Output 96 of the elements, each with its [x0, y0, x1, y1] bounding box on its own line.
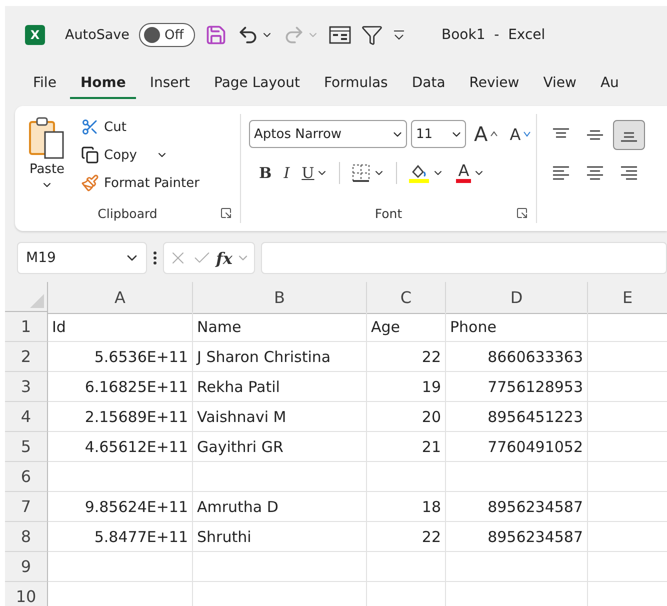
caret-icon — [522, 131, 531, 137]
table-cell: Rekha Patil — [193, 372, 367, 402]
ribbon-tab[interactable]: Page Layout — [204, 71, 310, 99]
borders-icon — [351, 163, 372, 183]
undo-button[interactable] — [237, 24, 274, 46]
formula-input[interactable] — [261, 242, 667, 274]
row-header[interactable]: 9 — [5, 552, 48, 582]
italic-button[interactable]: I — [280, 162, 294, 184]
row-header[interactable]: 2 — [5, 342, 48, 372]
ribbon-tab[interactable]: Au — [590, 71, 629, 99]
autosave-label: AutoSave — [65, 27, 130, 43]
table-cell: 8956451223 — [446, 402, 588, 432]
grow-font-button[interactable]: A — [470, 120, 502, 148]
row-header[interactable]: 1 — [5, 312, 48, 342]
table-cell: 19 — [367, 372, 446, 402]
table-cell: 22 — [367, 342, 446, 372]
paste-button[interactable]: Paste — [23, 114, 71, 203]
redo-icon — [283, 24, 306, 46]
customize-button[interactable] — [393, 29, 406, 41]
row-header[interactable]: 6 — [5, 462, 48, 492]
copy-button[interactable]: Copy — [79, 144, 202, 166]
table-cell: Phone — [446, 312, 588, 342]
table-cell: Amrutha D — [193, 492, 367, 522]
table-cell: Vaishnavi M — [193, 402, 367, 432]
table-cell: 7756128953 — [446, 372, 588, 402]
table-cell: Id — [48, 312, 193, 342]
table-cell: 21 — [367, 432, 446, 462]
ribbon-tab[interactable]: Data — [402, 71, 456, 99]
ribbon-tab[interactable]: Home — [70, 71, 136, 99]
font-name-dropdown[interactable]: Aptos Narrow — [249, 120, 407, 148]
table-cell: 8956234587 — [446, 492, 588, 522]
copy-icon — [81, 146, 99, 164]
ribbon-tab[interactable]: File — [23, 71, 66, 99]
table-cell: J Sharon Christina — [193, 342, 367, 372]
ribbon-tab[interactable]: Formulas — [314, 71, 398, 99]
paint-bucket-icon — [408, 162, 430, 184]
table-cell: 2.15689E+11 — [48, 402, 193, 432]
group-label: Clipboard — [98, 206, 158, 220]
table-cell: 5.8477E+11 — [48, 522, 193, 552]
table-cell: Age — [367, 312, 446, 342]
save-button[interactable] — [205, 24, 228, 46]
row-header[interactable]: 4 — [5, 402, 48, 432]
column-header[interactable]: A — [48, 282, 193, 314]
font-size-dropdown[interactable]: 11 — [411, 120, 466, 148]
table-cell: 6.16825E+11 — [48, 372, 193, 402]
table-cell: 22 — [367, 522, 446, 552]
group-label: Font — [374, 206, 402, 220]
table-cell: 7760491052 — [446, 432, 588, 462]
filter-button[interactable] — [361, 24, 384, 46]
underline-button[interactable]: U — [298, 162, 332, 184]
paintbrush-icon — [81, 174, 99, 192]
bold-button[interactable]: B — [255, 162, 276, 184]
row-header[interactable]: 5 — [5, 432, 48, 462]
row-header[interactable]: 3 — [5, 372, 48, 402]
excel-logo: X — [25, 25, 45, 45]
save-icon — [205, 24, 228, 46]
cut-button[interactable]: Cut — [79, 116, 202, 138]
more-icon — [153, 250, 157, 266]
form-icon — [329, 25, 352, 45]
row-header[interactable]: 7 — [5, 492, 48, 522]
autosave-toggle[interactable]: Off — [139, 23, 196, 47]
row-header[interactable]: 10 — [5, 582, 48, 606]
scissors-icon — [81, 118, 99, 136]
name-box[interactable]: M19 — [17, 242, 147, 274]
window-title: Book1 - Excel — [441, 27, 546, 43]
table-cell: Name — [193, 312, 367, 342]
dialog-launcher-icon[interactable] — [516, 207, 528, 219]
row-header[interactable]: 8 — [5, 522, 48, 552]
format-painter-button[interactable]: Format Painter — [79, 172, 202, 194]
triangle-icon — [30, 294, 44, 308]
insert-function-button[interactable]: fx — [216, 248, 232, 268]
customize-icon — [393, 29, 406, 41]
table-cell: 5.6536E+11 — [48, 342, 193, 372]
dialog-launcher-icon[interactable] — [220, 207, 232, 219]
ribbon-tab[interactable]: View — [533, 71, 586, 99]
column-header[interactable]: E — [588, 282, 667, 314]
table-cell: 8956234587 — [446, 522, 588, 552]
align-button[interactable] — [613, 120, 645, 150]
table-cell: 4.65612E+11 — [48, 432, 193, 462]
column-header[interactable]: D — [446, 282, 588, 314]
column-header[interactable]: C — [367, 282, 446, 314]
table-cell: 20 — [367, 402, 446, 432]
table-cell: Shruthi — [193, 522, 367, 552]
table-cell: 18 — [367, 492, 446, 522]
table-cell: 9.85624E+11 — [48, 492, 193, 522]
table-cell: Gayithri GR — [193, 432, 367, 462]
filter-icon — [361, 24, 384, 46]
caret-up-icon — [490, 131, 498, 137]
table-cell: 8660633363 — [446, 342, 588, 372]
font-color-button[interactable]: A — [452, 161, 490, 185]
ribbon-tab[interactable]: Insert — [140, 71, 200, 99]
column-header[interactable]: B — [193, 282, 367, 314]
form-button[interactable] — [329, 25, 352, 45]
paste-icon — [27, 116, 67, 160]
shrink-font-button[interactable]: A — [506, 122, 535, 146]
ribbon-tab[interactable]: Review — [459, 71, 530, 99]
